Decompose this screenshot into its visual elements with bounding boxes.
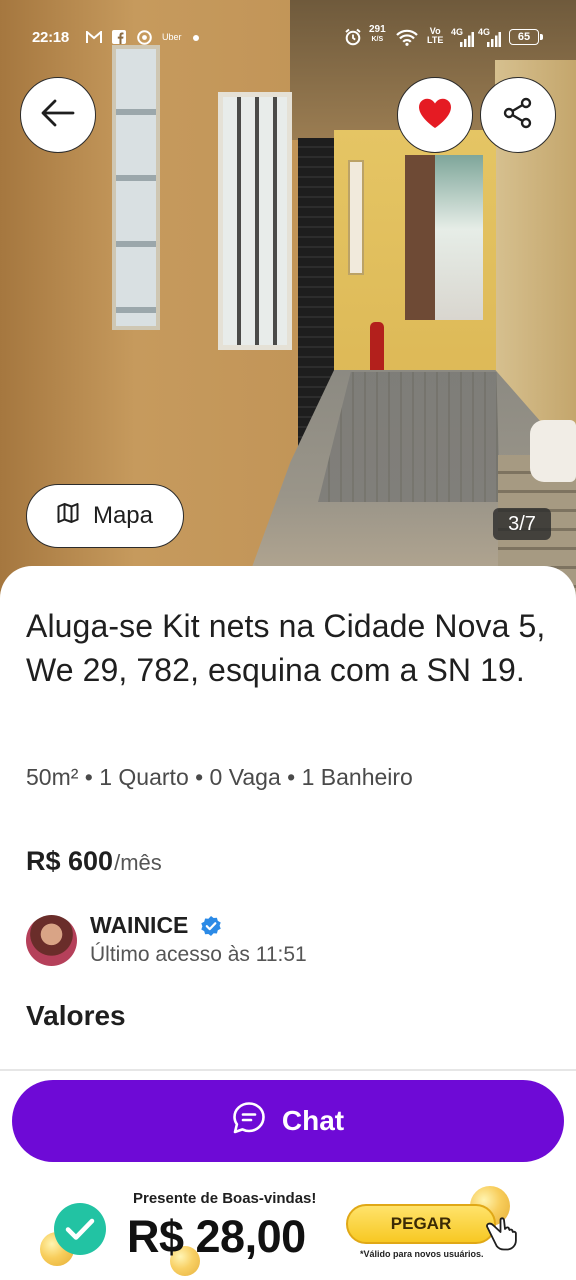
promo-amount: R$ 28,00 — [127, 1211, 306, 1262]
uber-notification-label: Uber — [162, 32, 182, 42]
more-notifications-dot — [193, 35, 199, 41]
map-button[interactable]: Mapa — [26, 484, 184, 548]
listing-price: R$ 600 — [26, 846, 114, 876]
photo-bag — [530, 420, 576, 482]
arrow-left-icon — [41, 99, 75, 132]
favorite-button[interactable] — [397, 77, 473, 153]
volte-indicator: Vo LTE — [427, 26, 444, 45]
photo-counter: 3/7 — [493, 508, 551, 540]
alarm-icon — [344, 28, 362, 46]
promo-note: *Válido para novos usuários. — [360, 1249, 484, 1259]
chat-button-label: Chat — [281, 1105, 345, 1136]
gmail-icon — [86, 28, 102, 46]
claim-promo-button[interactable]: PEGAR — [346, 1204, 496, 1244]
chat-bubble-icon — [232, 1101, 266, 1142]
wifi-icon — [396, 28, 418, 46]
battery-level: 65 — [517, 31, 531, 43]
facebook-icon — [112, 28, 126, 46]
price-period: /mês — [114, 850, 162, 875]
promo-label: Presente de Boas-vindas! — [133, 1190, 317, 1207]
listing-price-row: R$ 600 /mês — [26, 846, 162, 877]
seller-avatar[interactable] — [26, 915, 77, 966]
signal-icon — [486, 30, 501, 48]
seller-last-access: Último acesso às 11:51 — [90, 943, 307, 966]
chrome-icon — [137, 28, 152, 46]
listing-title: Aluga-se Kit nets na Cidade Nova 5, We 2… — [26, 608, 546, 688]
pointing-hand-icon — [484, 1212, 528, 1252]
status-time: 22:18 — [32, 29, 69, 46]
seller-name[interactable]: WAINICE — [90, 912, 188, 939]
heart-icon — [417, 97, 453, 134]
status-bar: 22:18 Uber 291 K/S Vo LTE 4G 4G 65 — [0, 0, 576, 76]
share-button[interactable] — [480, 77, 556, 153]
verified-badge-icon — [200, 915, 222, 937]
photo-hall-window — [348, 160, 364, 275]
back-button[interactable] — [20, 77, 96, 153]
photo-hall-door — [405, 155, 483, 320]
signal-icon — [459, 30, 474, 48]
chat-button[interactable]: Chat — [12, 1080, 564, 1162]
check-circle-icon — [54, 1203, 106, 1255]
listing-specs: 50m² • 1 Quarto • 0 Vaga • 1 Banheiro — [26, 764, 413, 790]
divider — [0, 1069, 576, 1071]
photo-glass-block-window — [112, 45, 160, 330]
map-button-label: Mapa — [92, 502, 154, 529]
values-section-title: Valores — [26, 1000, 126, 1031]
map-icon — [57, 502, 79, 530]
photo-fire-extinguisher — [370, 322, 384, 372]
network-speed: 291 K/S — [369, 24, 386, 44]
photo-window — [218, 92, 292, 350]
share-icon — [502, 97, 534, 134]
battery-icon: 65 — [509, 29, 543, 45]
